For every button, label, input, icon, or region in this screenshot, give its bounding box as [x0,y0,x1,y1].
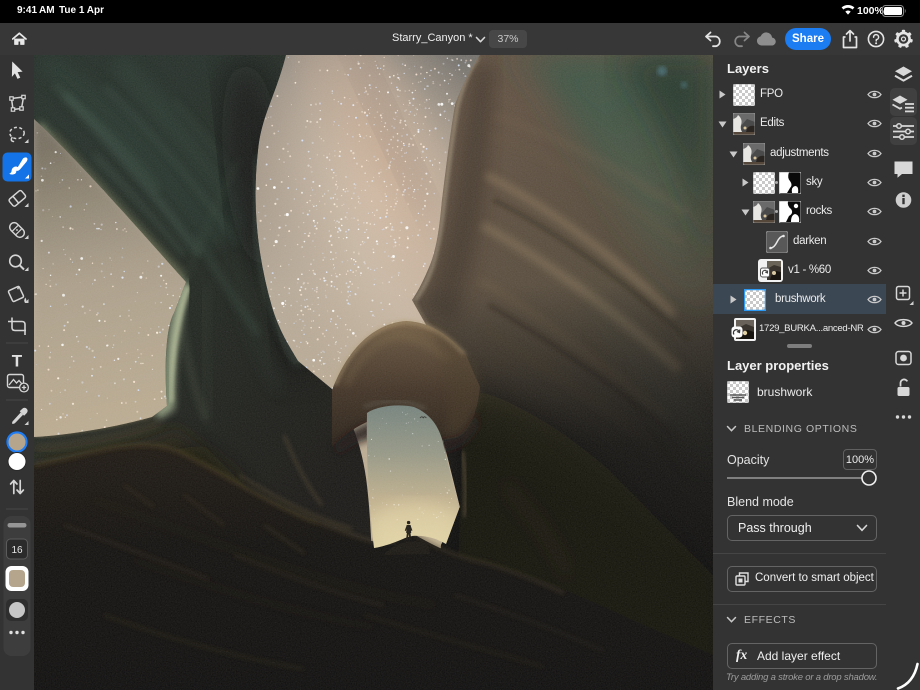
svg-text:T: T [12,352,23,371]
svg-text:16: 16 [11,545,23,556]
